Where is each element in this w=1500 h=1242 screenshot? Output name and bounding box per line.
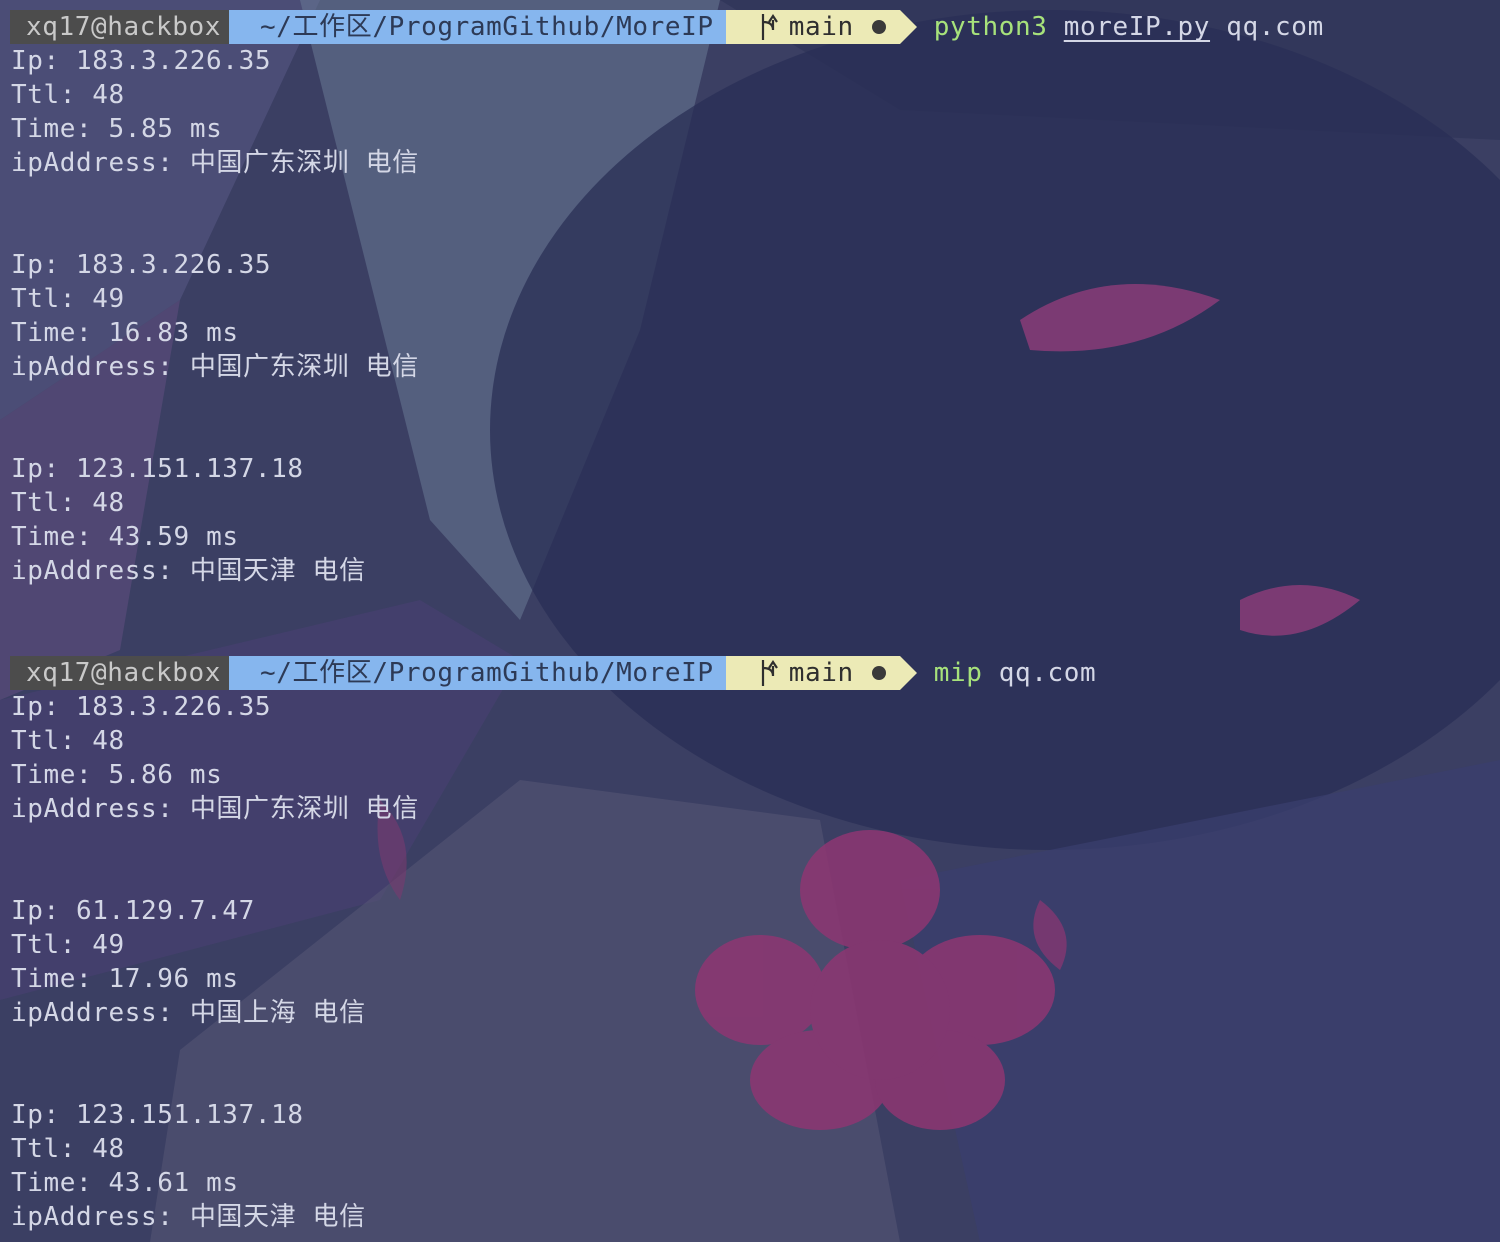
value-address: 中国天津 电信 <box>189 1202 366 1232</box>
value-address: 中国广东深圳 电信 <box>189 352 419 382</box>
label-ttl: Ttl: <box>11 284 77 314</box>
command-argument: qq.com <box>1226 12 1324 42</box>
label-address: ipAddress: <box>11 148 174 178</box>
command-argument: qq.com <box>998 658 1097 688</box>
git-dirty-indicator <box>871 666 886 680</box>
value-ip: 183.3.226.35 <box>76 46 272 76</box>
label-time: Time: <box>11 760 93 790</box>
result-time-line: Time: 43.59 ms <box>11 520 239 554</box>
value-time: 5.85 ms <box>108 114 223 144</box>
result-ip-line: Ip: 183.3.226.35 <box>11 690 271 724</box>
command-line-1[interactable]: python3 moreIP.py qq.com <box>917 10 1324 44</box>
label-ttl: Ttl: <box>11 726 77 756</box>
value-address: 中国广东深圳 电信 <box>189 148 419 178</box>
prompt-branch: main <box>788 12 854 42</box>
label-time: Time: <box>11 1168 93 1198</box>
value-address: 中国上海 电信 <box>189 998 366 1028</box>
label-ttl: Ttl: <box>11 488 77 518</box>
result-ttl-line: Ttl: 49 <box>11 928 125 962</box>
git-branch-icon <box>761 660 778 686</box>
prompt-separator-arrow <box>899 656 917 690</box>
result-address-line: ipAddress: 中国天津 电信 <box>11 1200 366 1234</box>
result-ttl-line: Ttl: 48 <box>11 78 125 112</box>
shell-prompt-1: xq17@hackbox ~/工作区/ProgramGithub/MoreIP … <box>10 10 1324 44</box>
result-time-line: Time: 43.61 ms <box>11 1166 239 1200</box>
prompt-separator-arrow <box>899 10 917 44</box>
result-ttl-line: Ttl: 48 <box>11 486 125 520</box>
prompt-path: ~/工作区/ProgramGithub/MoreIP <box>229 10 726 44</box>
label-ip: Ip: <box>11 454 60 484</box>
result-time-line: Time: 16.83 ms <box>11 316 239 350</box>
prompt-user-host: xq17@hackbox <box>10 10 230 44</box>
label-ttl: Ttl: <box>11 930 77 960</box>
label-ttl: Ttl: <box>11 1134 77 1164</box>
value-ttl: 49 <box>92 284 125 314</box>
value-ip: 123.151.137.18 <box>76 454 304 484</box>
command-executable: python3 <box>933 12 1048 42</box>
prompt-git-segment: main <box>725 10 900 44</box>
label-time: Time: <box>11 522 93 552</box>
result-address-line: ipAddress: 中国广东深圳 电信 <box>11 350 419 384</box>
value-time: 17.96 ms <box>108 964 239 994</box>
label-ip: Ip: <box>11 896 60 926</box>
result-address-line: ipAddress: 中国上海 电信 <box>11 996 366 1030</box>
result-ttl-line: Ttl: 48 <box>11 1132 125 1166</box>
label-time: Time: <box>11 318 93 348</box>
value-ttl: 48 <box>92 488 125 518</box>
label-address: ipAddress: <box>11 794 174 824</box>
value-address: 中国天津 电信 <box>189 556 366 586</box>
label-address: ipAddress: <box>11 998 174 1028</box>
value-ip: 183.3.226.35 <box>76 250 272 280</box>
value-address: 中国广东深圳 电信 <box>189 794 419 824</box>
result-ip-line: Ip: 61.129.7.47 <box>11 894 255 928</box>
prompt-path: ~/工作区/ProgramGithub/MoreIP <box>229 656 726 690</box>
value-time: 43.59 ms <box>108 522 239 552</box>
value-ttl: 48 <box>92 1134 125 1164</box>
result-time-line: Time: 5.86 ms <box>11 758 222 792</box>
prompt-git-segment: main <box>725 656 900 690</box>
result-address-line: ipAddress: 中国广东深圳 电信 <box>11 792 419 826</box>
result-address-line: ipAddress: 中国天津 电信 <box>11 554 366 588</box>
value-ip: 123.151.137.18 <box>76 1100 304 1130</box>
prompt-branch: main <box>788 658 854 688</box>
result-ttl-line: Ttl: 49 <box>11 282 125 316</box>
shell-prompt-2: xq17@hackbox ~/工作区/ProgramGithub/MoreIP … <box>10 656 1096 690</box>
result-address-line: ipAddress: 中国广东深圳 电信 <box>11 146 419 180</box>
prompt-user-host: xq17@hackbox <box>10 656 230 690</box>
label-time: Time: <box>11 114 93 144</box>
command-executable: mip <box>933 658 983 688</box>
result-time-line: Time: 17.96 ms <box>11 962 239 996</box>
result-ip-line: Ip: 123.151.137.18 <box>11 1098 304 1132</box>
value-time: 16.83 ms <box>108 318 239 348</box>
label-ip: Ip: <box>11 1100 60 1130</box>
label-ttl: Ttl: <box>11 80 77 110</box>
label-address: ipAddress: <box>11 1202 174 1232</box>
value-ip: 183.3.226.35 <box>76 692 272 722</box>
value-ttl: 48 <box>92 80 125 110</box>
result-ttl-line: Ttl: 48 <box>11 724 125 758</box>
value-ttl: 49 <box>92 930 125 960</box>
command-script-file: moreIP.py <box>1063 12 1211 42</box>
label-address: ipAddress: <box>11 352 174 382</box>
git-branch-icon <box>761 14 778 40</box>
result-ip-line: Ip: 183.3.226.35 <box>11 44 271 78</box>
label-ip: Ip: <box>11 46 60 76</box>
label-ip: Ip: <box>11 692 60 722</box>
label-ip: Ip: <box>11 250 60 280</box>
value-time: 5.86 ms <box>108 760 223 790</box>
command-line-2[interactable]: mip qq.com <box>917 656 1097 690</box>
value-ip: 61.129.7.47 <box>76 896 255 926</box>
value-time: 43.61 ms <box>108 1168 239 1198</box>
terminal-output: xq17@hackbox ~/工作区/ProgramGithub/MoreIP … <box>0 0 1500 1242</box>
result-time-line: Time: 5.85 ms <box>11 112 222 146</box>
label-address: ipAddress: <box>11 556 174 586</box>
result-ip-line: Ip: 123.151.137.18 <box>11 452 304 486</box>
value-ttl: 48 <box>92 726 125 756</box>
git-dirty-indicator <box>871 20 886 34</box>
result-ip-line: Ip: 183.3.226.35 <box>11 248 271 282</box>
label-time: Time: <box>11 964 93 994</box>
